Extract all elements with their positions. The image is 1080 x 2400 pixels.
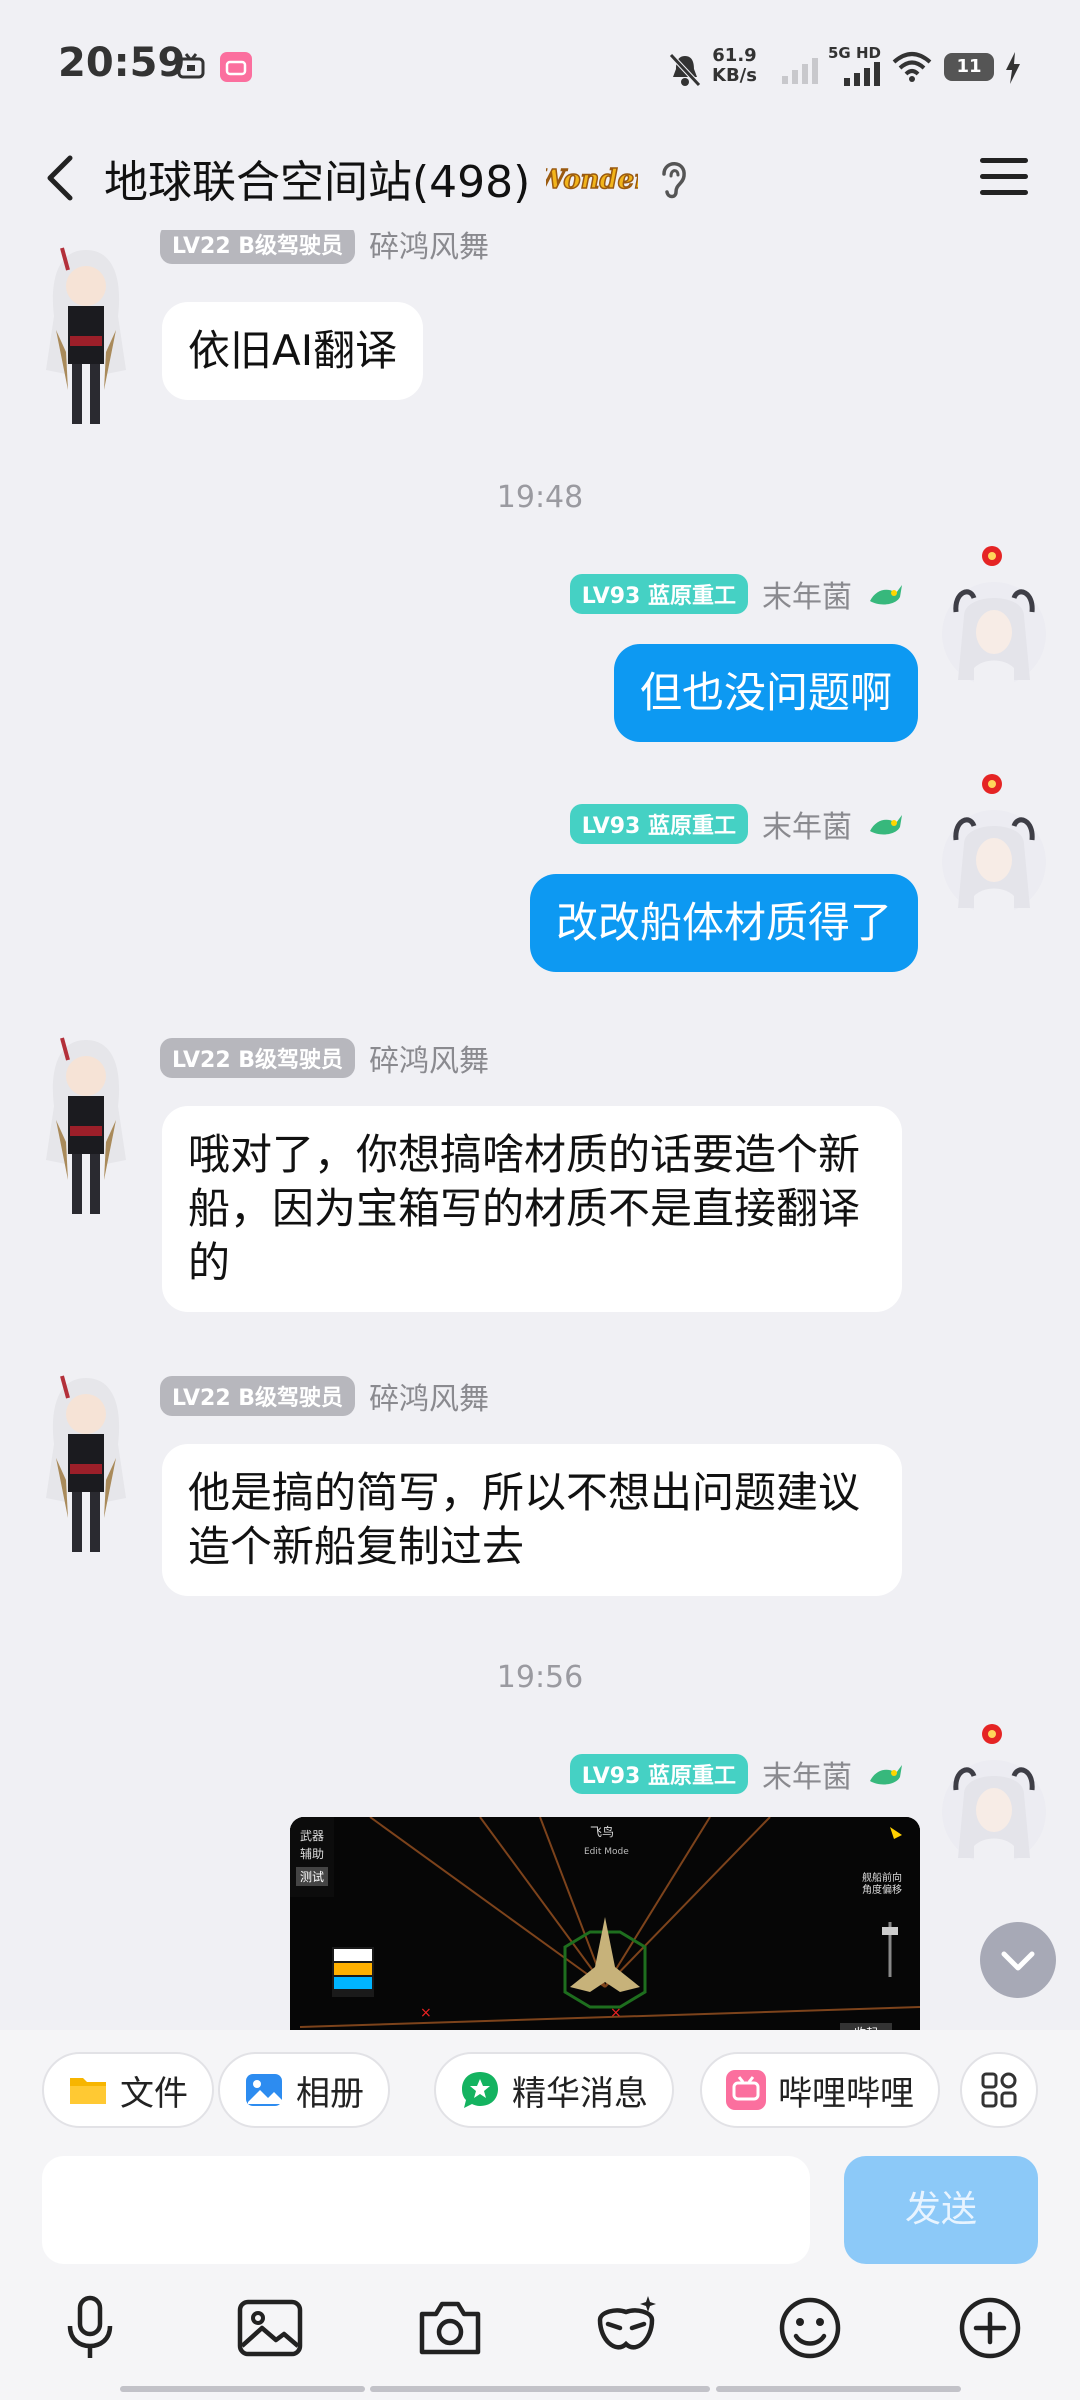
chip-label: 哔哩哔哩 xyxy=(778,2073,914,2114)
level-tag: LV22 B级驾驶员 xyxy=(160,230,356,264)
scroll-indicator xyxy=(370,2386,710,2392)
avatar-monianjun[interactable] xyxy=(934,1718,1054,1878)
svg-text:×: × xyxy=(610,2005,622,2021)
scroll-indicator xyxy=(120,2386,365,2392)
network-type: 5G HD xyxy=(828,44,881,62)
screenshot-assist-tab: 辅助 xyxy=(300,1847,325,1861)
screenshot-test-button: 测试 xyxy=(296,1867,329,1886)
battery-icon: 11 xyxy=(944,53,994,81)
sender-info: LV22 B级驾驶员 碎鸿风舞 xyxy=(160,1036,489,1080)
dragon-badge-icon xyxy=(870,585,902,605)
level-tag: LV93 蓝原重工 xyxy=(569,574,748,614)
group-badge-logo: Wonder xyxy=(546,164,638,196)
chevron-down-icon xyxy=(1001,1951,1035,1971)
sender-nickname[interactable]: 碎鸿风舞 xyxy=(369,230,489,266)
message-bubble[interactable]: 他是搞的简写，所以不想出问题建议造个新船复制过去 xyxy=(162,1444,902,1596)
chip-label: 相册 xyxy=(296,2073,364,2114)
photo-icon xyxy=(246,2074,282,2106)
message-bubble[interactable]: 但也没问题啊 xyxy=(613,644,918,742)
level-tag: LV22 B级驾驶员 xyxy=(160,1038,356,1078)
sender-info: LV22 B级驾驶员 碎鸿风舞 xyxy=(160,230,489,266)
sender-nickname[interactable]: 碎鸿风舞 xyxy=(369,1374,489,1418)
signal-icon xyxy=(844,62,880,86)
shortcut-bilibili[interactable]: 哔哩哔哩 xyxy=(700,2052,940,2128)
svg-text:×: × xyxy=(420,2005,432,2021)
sender-info: LV93 蓝原重工 末年菌 xyxy=(569,802,906,846)
level-tag: LV22 B级驾驶员 xyxy=(160,1376,356,1416)
avatar-suihongfengwu[interactable] xyxy=(26,1030,146,1230)
chat-header: 地球联合空间站(498) Wonder xyxy=(0,130,1080,230)
speed-unit: KB/s xyxy=(712,65,757,86)
bottom-toolbar xyxy=(0,2280,1080,2400)
sender-nickname[interactable]: 末年菌 xyxy=(762,802,852,846)
status-bar: 20:59 61.9 KB/s 5G HD 11 xyxy=(0,0,1080,130)
avatar-suihongfengwu[interactable] xyxy=(26,1368,146,1568)
shortcut-album[interactable]: 相册 xyxy=(218,2052,390,2128)
screenshot-collapse: 收起 xyxy=(840,2023,893,2030)
bilibili-icon xyxy=(726,2070,766,2110)
emoji-icon[interactable] xyxy=(774,2292,846,2364)
image-icon[interactable] xyxy=(234,2292,306,2364)
group-title[interactable]: 地球联合空间站(498) xyxy=(104,146,530,210)
dragon-badge-icon xyxy=(870,815,902,835)
shortcut-bar: 文件 相册 精华消息 哔哩哔哩 xyxy=(0,2030,1080,2156)
shortcut-file[interactable]: 文件 xyxy=(42,2052,214,2128)
magic-mask-icon[interactable] xyxy=(590,2292,662,2364)
chip-label: 文件 xyxy=(120,2073,188,2114)
scroll-to-bottom-button[interactable] xyxy=(980,1922,1056,1998)
scroll-indicator xyxy=(716,2386,961,2392)
message-input[interactable] xyxy=(42,2156,810,2264)
tv-icon xyxy=(177,53,205,79)
plus-icon[interactable] xyxy=(954,2292,1026,2364)
folder-icon xyxy=(70,2078,106,2104)
speed-value: 61.9 xyxy=(712,45,757,66)
sender-nickname[interactable]: 末年菌 xyxy=(762,1752,852,1796)
screenshot-mode: Edit Mode xyxy=(584,1847,629,1857)
bilibili-app-icon xyxy=(220,52,252,82)
back-arrow-icon[interactable] xyxy=(36,150,92,206)
sender-nickname[interactable]: 碎鸿风舞 xyxy=(369,1036,489,1080)
message-timestamp: 19:56 xyxy=(496,1660,584,1695)
network-speed: 61.9 KB/s xyxy=(712,46,757,86)
battery-level: 11 xyxy=(956,56,982,77)
sender-info: LV93 蓝原重工 末年菌 xyxy=(569,572,906,616)
dragon-badge-icon xyxy=(870,1765,902,1785)
grid-icon xyxy=(981,2072,1017,2108)
avatar-monianjun[interactable] xyxy=(934,768,1054,928)
ear-icon[interactable] xyxy=(652,154,696,202)
avatar-suihongfengwu[interactable] xyxy=(26,240,146,440)
message-timestamp: 19:48 xyxy=(496,480,584,515)
message-bubble[interactable]: 哦对了，你想搞啥材质的话要造个新船，因为宝箱写的材质不是直接翻译的 xyxy=(162,1106,902,1312)
sender-info: LV93 蓝原重工 末年菌 xyxy=(569,1752,906,1796)
mute-bell-icon xyxy=(669,53,701,87)
chip-label: 精华消息 xyxy=(512,2073,648,2114)
charging-icon xyxy=(1006,52,1020,84)
signal-sim2-icon xyxy=(782,58,818,84)
message-bubble[interactable]: 依旧AI翻译 xyxy=(162,302,424,400)
status-time: 20:59 xyxy=(58,40,186,86)
svg-text:Wonder: Wonder xyxy=(546,165,638,195)
level-tag: LV93 蓝原重工 xyxy=(569,1754,748,1794)
star-chat-icon xyxy=(462,2072,498,2108)
sender-info: LV22 B级驾驶员 碎鸿风舞 xyxy=(160,1374,489,1418)
avatar-monianjun[interactable] xyxy=(934,540,1054,700)
sender-nickname[interactable]: 末年菌 xyxy=(762,572,852,616)
input-row: 发送 xyxy=(0,2156,1080,2280)
message-list[interactable]: LV22 B级驾驶员 碎鸿风舞 依旧AI翻译 19:48 LV93 蓝原重工 末… xyxy=(0,230,1080,2030)
screenshot-weapon-tab: 武器 xyxy=(300,1829,325,1843)
screenshot-offset-label: 舰船前向角度偏移 xyxy=(862,1873,902,1896)
screenshot-ship-name: 飞鸟 xyxy=(590,1825,615,1839)
wifi-icon xyxy=(892,52,932,82)
microphone-icon[interactable] xyxy=(54,2292,126,2364)
menu-icon[interactable] xyxy=(976,152,1032,202)
message-bubble[interactable]: 改改船体材质得了 xyxy=(529,874,918,972)
shortcut-more[interactable] xyxy=(960,2052,1038,2128)
level-tag: LV93 蓝原重工 xyxy=(569,804,748,844)
shortcut-featured[interactable]: 精华消息 xyxy=(434,2052,674,2128)
image-message[interactable]: × × 武器 辅助 测试 飞鸟 Edit Mode 舰船前向角度偏移 收起 xyxy=(290,1817,920,2030)
send-button[interactable]: 发送 xyxy=(844,2156,1038,2264)
camera-icon[interactable] xyxy=(414,2292,486,2364)
